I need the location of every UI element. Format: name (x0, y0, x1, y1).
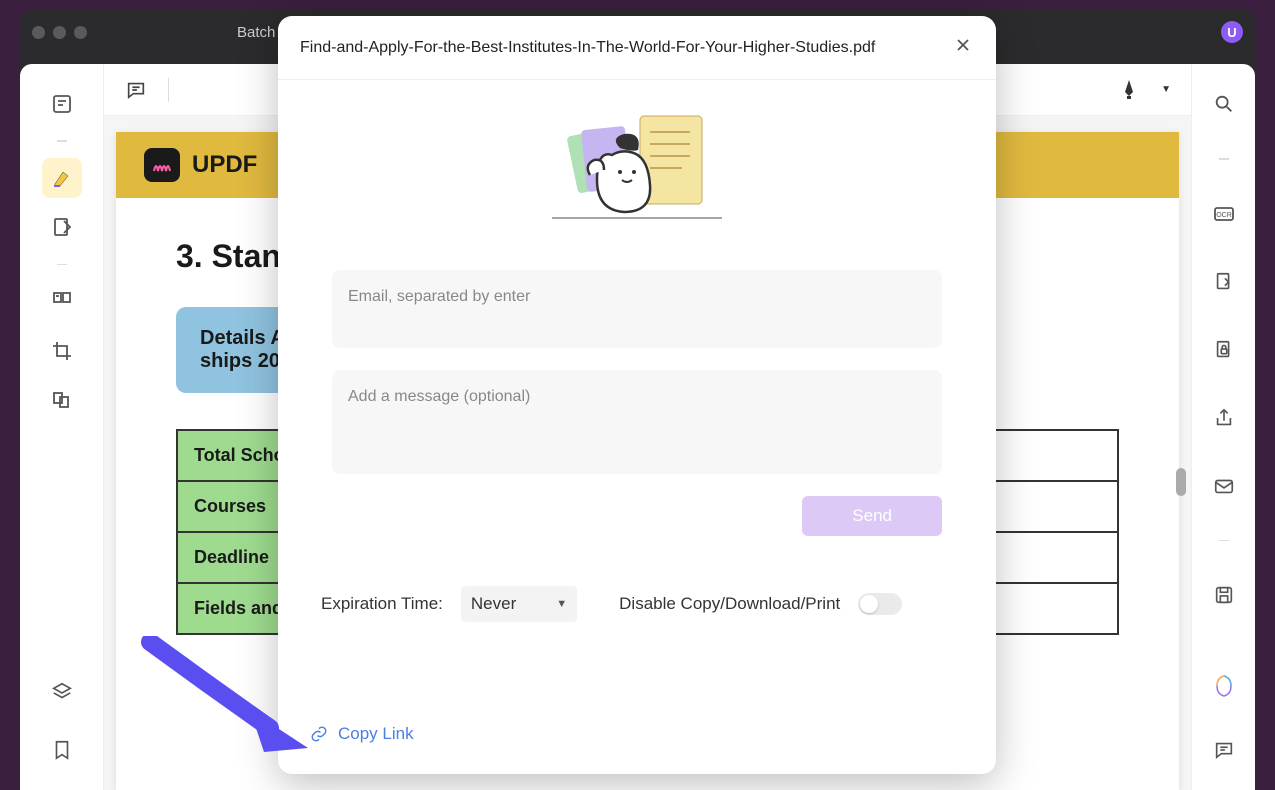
maximize-window-button[interactable] (74, 26, 87, 39)
edit-pdf-tool[interactable] (42, 208, 82, 248)
email-input[interactable] (332, 270, 942, 348)
updf-logo-icon (144, 148, 180, 182)
copy-link-label: Copy Link (338, 724, 414, 744)
modal-title: Find-and-Apply-For-the-Best-Institutes-I… (300, 39, 875, 57)
email-icon[interactable] (1204, 466, 1244, 506)
expiration-select[interactable]: Never ▼ (461, 586, 577, 622)
ocr-icon[interactable]: OCR (1204, 194, 1244, 234)
copy-link-button[interactable]: Copy Link (310, 724, 414, 744)
svg-text:OCR: OCR (1216, 212, 1232, 219)
window-controls (32, 26, 87, 39)
share-options-row: Expiration Time: Never ▼ Disable Copy/Do… (317, 586, 957, 622)
minimize-window-button[interactable] (53, 26, 66, 39)
message-input[interactable] (332, 370, 942, 474)
link-icon (310, 725, 328, 743)
notes-icon[interactable] (1204, 730, 1244, 770)
highlighter-tool[interactable] (42, 158, 82, 198)
modal-header: Find-and-Apply-For-the-Best-Institutes-I… (278, 16, 996, 80)
redact-tool[interactable] (42, 381, 82, 421)
ai-assistant-icon[interactable] (1204, 666, 1244, 706)
chevron-down-icon[interactable]: ▼ (1161, 84, 1171, 95)
sidebar-left (20, 64, 104, 790)
share-modal: Find-and-Apply-For-the-Best-Institutes-I… (278, 16, 996, 774)
protect-icon[interactable] (1204, 330, 1244, 370)
close-window-button[interactable] (32, 26, 45, 39)
sidebar-right: OCR (1191, 64, 1255, 790)
expiration-value: Never (471, 594, 516, 614)
send-button[interactable]: Send (802, 496, 942, 536)
chevron-down-icon: ▼ (556, 598, 567, 610)
pen-tool-icon[interactable] (1117, 78, 1141, 102)
reader-tool[interactable] (42, 84, 82, 124)
crop-tool[interactable] (42, 331, 82, 371)
scrollbar[interactable] (1173, 128, 1189, 780)
bookmark-icon[interactable] (42, 730, 82, 770)
expiration-label: Expiration Time: (321, 594, 443, 614)
convert-icon[interactable] (1204, 262, 1244, 302)
disable-copy-label: Disable Copy/Download/Print (619, 594, 840, 614)
scrollbar-thumb[interactable] (1176, 468, 1186, 496)
modal-close-button[interactable] (952, 34, 974, 61)
layers-icon[interactable] (42, 672, 82, 712)
comment-icon[interactable] (124, 78, 148, 102)
save-icon[interactable] (1204, 575, 1244, 615)
share-icon[interactable] (1204, 398, 1244, 438)
disable-copy-toggle[interactable] (858, 593, 902, 615)
brand-name: UPDF (192, 151, 257, 179)
share-illustration (542, 110, 732, 230)
user-avatar[interactable]: U (1221, 21, 1243, 43)
organize-tool[interactable] (42, 281, 82, 321)
search-icon[interactable] (1204, 84, 1244, 124)
